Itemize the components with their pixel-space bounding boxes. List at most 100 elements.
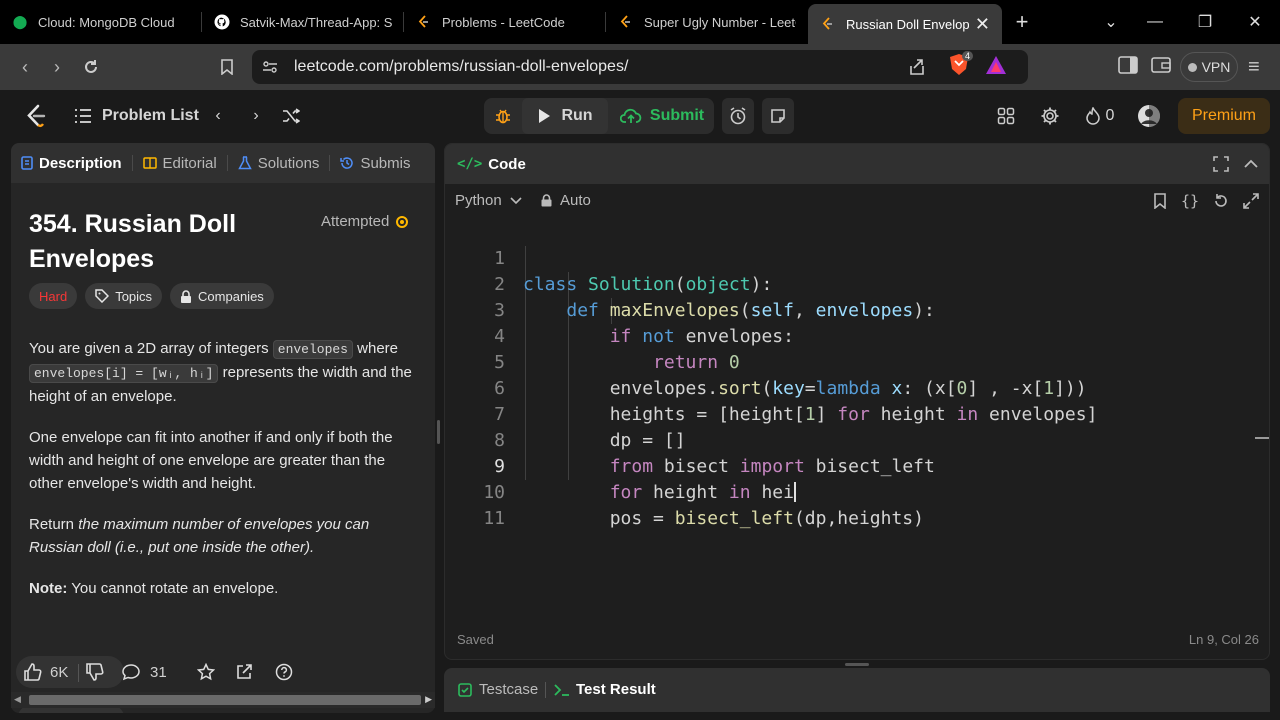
share-icon[interactable] [235, 663, 253, 681]
flame-icon [1085, 107, 1100, 125]
tab-label: Submis [360, 154, 411, 172]
notes-icon[interactable] [762, 98, 794, 134]
vpn-button[interactable]: VPN [1180, 52, 1238, 82]
premium-button[interactable]: Premium [1178, 98, 1270, 134]
help-icon[interactable] [275, 663, 293, 681]
forward-icon[interactable]: › [44, 54, 70, 80]
close-window-icon[interactable]: ✕ [1230, 0, 1280, 44]
debug-icon[interactable] [490, 98, 516, 134]
close-tab-icon[interactable]: ✕ [975, 14, 990, 35]
code-line: 11 [445, 480, 1245, 529]
prev-problem-icon[interactable]: ‹ [208, 98, 228, 134]
problem-list-label: Problem List [102, 107, 199, 124]
tab-search-chevron-icon[interactable]: ⌄ [1086, 0, 1136, 44]
code-tab[interactable]: </> Code [457, 156, 526, 173]
like-button[interactable]: 6K [24, 663, 68, 681]
minimize-icon[interactable]: — [1130, 0, 1180, 44]
companies-button[interactable]: Companies [170, 283, 274, 309]
premium-label: Premium [1191, 107, 1256, 124]
timer-icon[interactable] [722, 98, 754, 134]
cursor-position: Ln 9, Col 26 [1188, 632, 1259, 647]
note-paragraph: Note: You cannot rotate an envelope. [29, 577, 421, 600]
horizontal-splitter[interactable] [845, 663, 869, 666]
expand-icon[interactable] [1243, 193, 1259, 209]
test-panel-header: Testcase Test Result [444, 668, 1270, 712]
back-icon[interactable]: ‹ [12, 54, 38, 80]
vertical-splitter[interactable] [437, 420, 440, 444]
tab-label: Solutions [257, 154, 320, 172]
bookmark-icon[interactable] [214, 54, 240, 80]
browser-tab-problems[interactable]: Problems - LeetCode [404, 0, 606, 44]
difficulty-badge[interactable]: Hard [29, 283, 78, 309]
streak-counter[interactable]: 0 [1082, 98, 1118, 134]
run-button[interactable]: Run [522, 98, 608, 134]
sidebar-toggle-icon[interactable] [1118, 56, 1138, 74]
browser-tab-super-ugly[interactable]: Super Ugly Number - LeetC [606, 0, 808, 44]
dislike-button[interactable] [86, 663, 104, 681]
text: You are given a 2D array of integers [29, 340, 273, 357]
code-line: 5 envelopes.sort(key=lambda x: (x[0] , -… [445, 324, 1245, 399]
status-badge: Attempted [321, 213, 409, 230]
address-bar[interactable]: leetcode.com/problems/russian-doll-envel… [252, 50, 1028, 84]
restore-icon[interactable]: ❐ [1180, 0, 1230, 44]
menu-icon[interactable]: ≡ [1248, 56, 1260, 79]
tab-title: Problems - LeetCode [442, 14, 565, 30]
tab-description[interactable]: Description [11, 143, 143, 183]
leetcode-logo-icon[interactable] [22, 98, 50, 134]
shuffle-icon[interactable] [280, 98, 302, 134]
reset-icon[interactable] [1213, 193, 1229, 209]
comments-button[interactable]: 31 [122, 663, 167, 681]
leetcode-icon [416, 14, 432, 30]
settings-gear-icon[interactable] [1038, 98, 1062, 134]
submit-button[interactable]: Submit [612, 98, 712, 134]
favorite-star-icon[interactable] [197, 663, 215, 681]
tab-solutions[interactable]: Solutions [237, 143, 341, 183]
code-line: 8 from bisect import bisect_left [445, 402, 1245, 477]
bookmark-icon[interactable] [1153, 193, 1167, 209]
browser-tab-github[interactable]: Satvik-Max/Thread-App: Sin [202, 0, 404, 44]
browser-tab-russian-doll[interactable]: Russian Doll Envelopes ✕ [808, 4, 1002, 44]
scroll-left-icon[interactable]: ◀ [14, 694, 21, 705]
scroll-right-icon[interactable]: ▶ [425, 694, 432, 705]
test-result-label: Test Result [576, 681, 656, 698]
testcase-label: Testcase [479, 681, 539, 698]
browser-tab-mongodb[interactable]: ⬤ Cloud: MongoDB Cloud [0, 0, 202, 44]
brave-shield-icon[interactable]: 4 [948, 51, 974, 79]
checkbox-icon [458, 682, 472, 697]
avatar[interactable] [1138, 98, 1160, 134]
github-icon [214, 14, 230, 30]
editor-scrollbar[interactable] [1255, 220, 1269, 620]
leetcode-icon [618, 14, 634, 30]
browser-tab-strip: ⬤ Cloud: MongoDB Cloud Satvik-Max/Thread… [0, 0, 1280, 44]
description-paragraph: You are given a 2D array of integers env… [29, 337, 421, 408]
new-tab-button[interactable]: + [1002, 0, 1042, 44]
collapse-chevron-icon[interactable] [1243, 156, 1259, 172]
code-editor[interactable]: 1 class Solution(object): 2 def maxEnvel… [445, 220, 1257, 620]
topics-button[interactable]: Topics [85, 283, 163, 309]
lock-icon [180, 289, 192, 303]
code-line: 10 pos = bisect_left(dp,heights) [445, 454, 1245, 529]
reload-icon[interactable] [78, 54, 104, 80]
brave-rewards-icon[interactable] [985, 55, 1007, 75]
play-icon [537, 108, 551, 124]
description-paragraph: One envelope can fit into another if and… [29, 429, 393, 492]
format-braces-icon[interactable]: {} [1181, 192, 1199, 210]
horizontal-scrollbar[interactable]: ◀ ▶ [11, 692, 435, 708]
share-icon[interactable] [908, 58, 926, 76]
scrollbar-thumb[interactable] [29, 695, 421, 705]
tab-test-result[interactable]: Test Result [554, 681, 656, 698]
wallet-icon[interactable] [1151, 56, 1171, 74]
cloud-upload-icon [619, 108, 642, 124]
auto-format-toggle[interactable]: Auto [541, 192, 591, 209]
site-settings-icon[interactable] [262, 59, 278, 75]
maximize-icon[interactable] [1213, 156, 1229, 172]
language-select[interactable]: Python [455, 192, 522, 209]
tab-submissions[interactable]: Submis [340, 143, 420, 183]
chevron-down-icon [510, 196, 522, 205]
layout-grid-icon[interactable] [994, 98, 1018, 134]
tab-editorial[interactable]: Editorial [142, 143, 238, 183]
tab-testcase[interactable]: Testcase [458, 681, 538, 698]
problem-list-button[interactable]: Problem List [74, 98, 199, 134]
next-problem-icon[interactable]: › [246, 98, 266, 134]
tab-title: Russian Doll Envelopes [846, 16, 969, 32]
